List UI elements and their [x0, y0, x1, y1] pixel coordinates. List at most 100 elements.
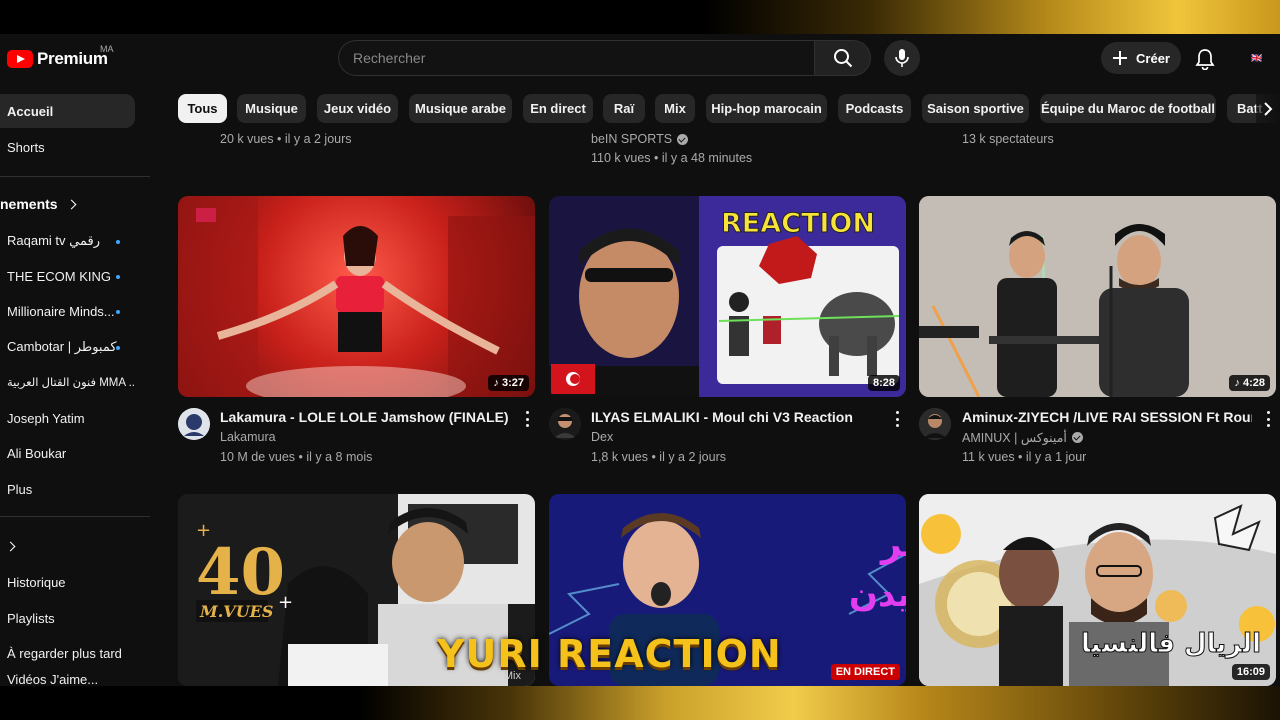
avatar-art: [178, 408, 210, 440]
views-overlay-number: 40: [196, 535, 285, 610]
channel-avatar[interactable]: [178, 408, 210, 440]
video-thumbnail[interactable]: ♪ 3:27: [178, 196, 535, 397]
avatar-art: [919, 408, 951, 440]
sidebar-subscription[interactable]: فنون القتال العربية MMA ...: [0, 365, 135, 399]
sidebar-subscription[interactable]: Raqami tv رقمي: [0, 224, 135, 258]
subscriptions-heading[interactable]: nements: [0, 192, 77, 216]
video-duration: ♪ 4:28: [1229, 375, 1270, 391]
video-meta: 110 k vues • il y a 48 minutes: [591, 151, 753, 165]
video-meta: 10 M de vues • il y a 8 mois: [220, 450, 373, 464]
stream-overlay-top: [0, 0, 1280, 34]
sidebar-item-home[interactable]: Accueil: [0, 94, 135, 128]
sidebar-subscription[interactable]: Joseph Yatim: [0, 401, 135, 435]
sidebar-subscription[interactable]: Cambotar | كمبوطر: [0, 330, 135, 364]
thumbnail-art: [919, 196, 1276, 397]
sidebar-show-more[interactable]: Plus: [0, 472, 135, 506]
thumbnail-overlay-text: REACTION: [721, 208, 875, 239]
account-avatar[interactable]: 🇬🇧: [1246, 49, 1268, 67]
chip-live[interactable]: En direct: [523, 94, 593, 123]
you-heading[interactable]: [5, 534, 16, 558]
channel-label: AMINUX | أمينوكس: [962, 431, 1067, 445]
sidebar-subscription[interactable]: Millionaire Minds...: [0, 294, 135, 328]
video-thumbnail[interactable]: الريال فالنسيا 16:09: [919, 494, 1276, 686]
video-meta: 1,8 k vues • il y a 2 jours: [591, 450, 726, 464]
chevron-right-icon: [5, 541, 16, 551]
chip-all[interactable]: Tous: [178, 94, 227, 123]
chip-music[interactable]: Musique: [237, 94, 306, 123]
svg-text:+: +: [278, 592, 293, 613]
video-title[interactable]: Lakamura - LOLE LOLE Jamshow (FINALE): [220, 409, 515, 425]
search-input[interactable]: [353, 41, 793, 75]
chip-moroccan-hiphop[interactable]: Hip-hop marocain: [706, 94, 827, 123]
filter-chip-bar: Tous Musique Jeux vidéo Musique arabe En…: [178, 94, 1280, 124]
youtube-premium-logo[interactable]: Premium: [7, 48, 108, 70]
youtube-app: Premium MA Créer 🇬🇧 Accueil Shorts nemen…: [0, 34, 1280, 686]
channel-label: beIN SPORTS: [591, 132, 673, 146]
avatar-art: [549, 408, 581, 440]
svg-text:+: +: [196, 520, 211, 541]
chip-rai[interactable]: Raï: [603, 94, 645, 123]
thumbnail-art: الريال فالنسيا: [919, 494, 1276, 686]
sidebar-item-playlists[interactable]: Playlists: [0, 601, 135, 635]
chip-morocco-football[interactable]: Équipe du Maroc de football: [1040, 94, 1216, 123]
new-content-dot: [116, 346, 120, 350]
live-overlay-line-1: بث مباشر: [879, 524, 906, 565]
channel-avatar[interactable]: [549, 408, 581, 440]
video-meta: 13 k spectateurs: [962, 132, 1054, 146]
sidebar-item-shorts[interactable]: Shorts: [0, 130, 135, 164]
new-content-dot: [116, 275, 120, 279]
sidebar-divider: [0, 516, 150, 517]
live-badge: EN DIRECT: [830, 664, 900, 680]
sidebar-divider: [0, 176, 150, 177]
video-thumbnail[interactable]: REACTION 8:28: [549, 196, 906, 397]
chevron-right-icon: [1264, 102, 1273, 116]
verified-icon: [1071, 432, 1083, 443]
match-overlay-text: الريال فالنسيا: [1081, 629, 1261, 659]
channel-name[interactable]: Dex: [591, 430, 613, 444]
chip-mix[interactable]: Mix: [655, 94, 695, 123]
video-meta: 20 k vues • il y a 2 jours: [220, 132, 352, 146]
sidebar-item-watch-later[interactable]: À regarder plus tard: [0, 636, 135, 670]
sidebar-item-history[interactable]: Historique: [0, 565, 135, 599]
search-box: [338, 40, 815, 76]
logo-text: Premium: [37, 49, 108, 68]
new-content-dot: [116, 240, 120, 244]
chevron-right-icon: [66, 199, 77, 209]
chip-sports-season[interactable]: Saison sportive: [922, 94, 1029, 123]
create-label: Créer: [1136, 50, 1170, 66]
channel-name[interactable]: Lakamura: [220, 430, 276, 444]
more-options-icon[interactable]: [891, 409, 903, 429]
stream-overlay-bottom: [0, 686, 1280, 720]
chip-arabic-music[interactable]: Musique arabe: [409, 94, 512, 123]
create-button[interactable]: Créer: [1101, 42, 1181, 74]
chip-video-games[interactable]: Jeux vidéo: [317, 94, 398, 123]
thumbnail-art: REACTION: [549, 196, 906, 397]
video-title[interactable]: Aminux-ZIYECH /LIVE RAI SESSION Ft Roune: [962, 409, 1252, 425]
more-options-icon[interactable]: [521, 409, 533, 429]
sidebar-item-liked[interactable]: Vidéos J'aime...: [0, 672, 135, 686]
verified-icon: [677, 133, 689, 145]
sidebar-subscription[interactable]: Ali Boukar: [0, 436, 135, 470]
sidebar-subscription[interactable]: THE ECOM KING: [0, 259, 135, 293]
video-title[interactable]: ILYAS ELMALIKI - Moul chi V3 Reaction: [591, 409, 886, 425]
thumbnail-art: [178, 196, 535, 397]
chip-podcasts[interactable]: Podcasts: [838, 94, 911, 123]
new-content-dot: [116, 310, 120, 314]
channel-name[interactable]: beIN SPORTS: [591, 132, 689, 146]
video-duration: 8:28: [867, 375, 900, 391]
video-meta: 11 k vues • il y a 1 jour: [962, 450, 1087, 464]
plus-icon: [1113, 51, 1128, 65]
live-overlay-line-2: رايدن: [849, 575, 906, 615]
subscriptions-heading-label: nements: [0, 196, 58, 212]
video-duration: ♪ 3:27: [488, 375, 529, 391]
chips-scroll-next[interactable]: [1256, 94, 1280, 124]
views-overlay-label: M.VUES: [199, 602, 273, 621]
voice-search-button[interactable]: [884, 40, 920, 76]
more-options-icon[interactable]: [1262, 409, 1274, 429]
channel-name[interactable]: AMINUX | أمينوكس: [962, 430, 1083, 445]
search-button[interactable]: [814, 40, 871, 76]
notifications-button[interactable]: [1192, 46, 1218, 72]
channel-avatar[interactable]: [919, 408, 951, 440]
video-thumbnail[interactable]: ♪ 4:28: [919, 196, 1276, 397]
search-icon: [833, 49, 852, 68]
